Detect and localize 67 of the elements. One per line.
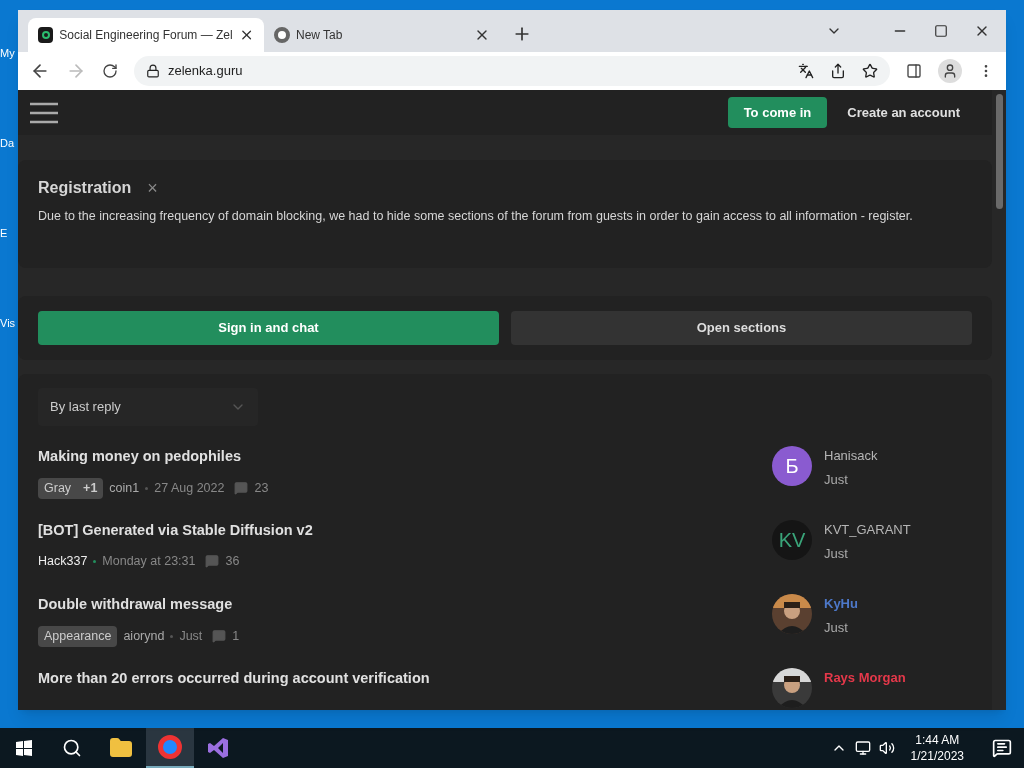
notice-title: Registration: [38, 178, 132, 198]
reply-count: 23: [254, 479, 269, 497]
clock-time[interactable]: 1:44 AM: [915, 732, 960, 748]
share-icon[interactable]: [830, 63, 846, 79]
desktop-icon-label[interactable]: My: [0, 48, 18, 138]
last-poster[interactable]: Rays Morgan: [824, 668, 906, 688]
thread-date: Just: [179, 627, 203, 645]
notifications-icon[interactable]: [992, 738, 1012, 758]
create-account-link[interactable]: Create an account: [827, 97, 980, 128]
visual-studio-icon[interactable]: [206, 736, 230, 760]
thread-author[interactable]: Hack337: [38, 551, 88, 571]
notice-text: Due to the increasing frequency of domain blocking, we had to hide some sections of the forum from guests in order to gain access to all information - register.: [38, 208, 914, 225]
folder-icon[interactable]: [109, 736, 133, 760]
last-poster[interactable]: Hanisack: [824, 446, 878, 466]
browser-tab[interactable]: New Tab: [264, 18, 500, 52]
browser-tab[interactable]: Social Engineering Forum — Zel: [28, 18, 264, 52]
network-icon[interactable]: [854, 740, 871, 756]
profile-icon[interactable]: [938, 59, 962, 83]
search-icon[interactable]: [62, 738, 82, 758]
last-post-time: Just: [824, 618, 849, 637]
desktop-icon-label[interactable]: Da: [0, 138, 18, 228]
desktop-icon-label[interactable]: Vis: [0, 318, 18, 408]
thread-title[interactable]: [BOT] Generated via Stable Diffusion v2: [38, 520, 772, 542]
thread-author[interactable]: coin1: [109, 478, 140, 498]
thread-author[interactable]: aiorynd: [123, 626, 165, 646]
thread-title[interactable]: Making money on pedophiles: [38, 446, 772, 468]
sort-dropdown[interactable]: By last reply: [38, 388, 258, 426]
close-icon[interactable]: ×: [147, 179, 158, 197]
maximize-icon[interactable]: [934, 24, 948, 38]
thread-title[interactable]: Double withdrawal message: [38, 594, 772, 616]
thread-date: 27 Aug 2022: [154, 479, 225, 497]
desktop-icon-label[interactable]: E: [0, 228, 18, 318]
thread-tag[interactable]: Gray +1: [38, 477, 104, 499]
comment-icon: [212, 629, 227, 644]
side-panel-icon[interactable]: [906, 63, 922, 79]
last-poster[interactable]: KyHu: [824, 594, 858, 614]
translate-icon[interactable]: [798, 63, 814, 79]
clock-date[interactable]: 1/21/2023: [910, 748, 964, 764]
thread-title[interactable]: More than 20 errors occurred during account verification: [38, 668, 772, 690]
thread-tag[interactable]: Appearance: [38, 625, 118, 647]
reply-count: 36: [225, 552, 240, 570]
last-poster[interactable]: KVT_GARANT: [824, 520, 911, 540]
action-button[interactable]: Open sections: [511, 311, 972, 345]
tab-title: Social Engineering Forum — Zel: [59, 27, 233, 44]
volume-icon[interactable]: [878, 740, 895, 756]
url-text: zelenka.guru: [168, 62, 243, 81]
login-button[interactable]: To come in: [727, 97, 828, 128]
comment-icon: [205, 554, 220, 569]
last-post-time: Just: [824, 544, 849, 563]
scrollbar-thumb[interactable]: [995, 94, 1003, 209]
thread-date: Monday at 23:31: [102, 552, 196, 570]
chrome-taskbar-icon[interactable]: [146, 728, 194, 768]
reload-icon[interactable]: [102, 63, 118, 79]
avatar: Б: [772, 446, 812, 486]
site-logo-icon: [38, 27, 54, 43]
action-button[interactable]: Sign in and chat: [38, 311, 499, 345]
comment-icon: [234, 481, 249, 496]
chrome-logo-icon: [274, 27, 290, 43]
last-post-time: Just: [824, 470, 849, 489]
lock-icon: [146, 64, 160, 78]
tab-title: New Tab: [296, 27, 344, 44]
bookmark-star-icon[interactable]: [862, 63, 878, 79]
windows-logo-icon[interactable]: [16, 740, 32, 756]
avatar: KV: [772, 520, 812, 560]
menu-icon[interactable]: [30, 100, 58, 125]
address-bar[interactable]: zelenka.guru: [134, 56, 890, 86]
reply-count: 1: [232, 627, 240, 645]
